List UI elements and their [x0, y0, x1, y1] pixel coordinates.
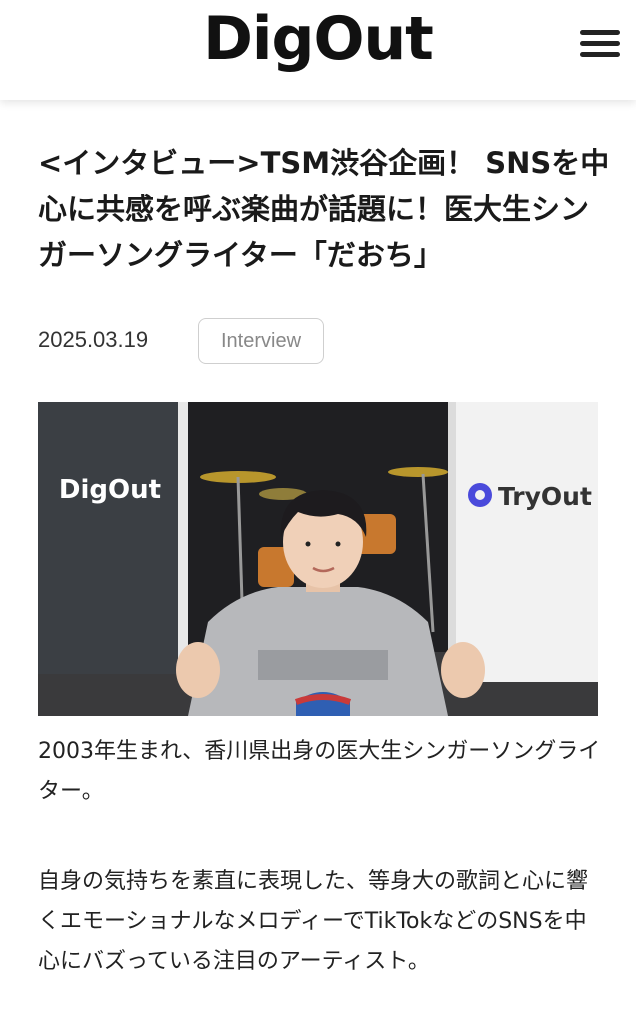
photo-caption: 2003年生まれ、香川県出身の医大生シンガーソングライター。: [38, 739, 601, 804]
site-header: DigOut: [0, 0, 636, 100]
article-paragraph: 自身の気持ちを素直に表現した、等身大の歌詞と心に響くエモーショナルなメロディーで…: [38, 869, 589, 974]
right-banner: TryOut: [448, 402, 598, 682]
article-photo: DigOut TryOut: [38, 402, 598, 716]
site-logo[interactable]: DigOut: [0, 4, 636, 74]
publish-date: 2025.03.19: [38, 327, 149, 352]
menu-bar: [580, 52, 620, 57]
hamburger-menu-icon[interactable]: [580, 27, 620, 59]
menu-bar: [580, 30, 620, 35]
menu-bar: [580, 41, 620, 46]
category-tag[interactable]: Interview: [198, 318, 324, 364]
left-banner-text: DigOut: [59, 475, 161, 505]
article-title: <インタビュー>TSM渋谷企画！ SNSを中心に共感を呼ぶ楽曲が話題に！医大生シ…: [38, 146, 610, 272]
right-banner-text: TryOut: [498, 482, 592, 511]
left-banner: DigOut: [38, 402, 188, 674]
